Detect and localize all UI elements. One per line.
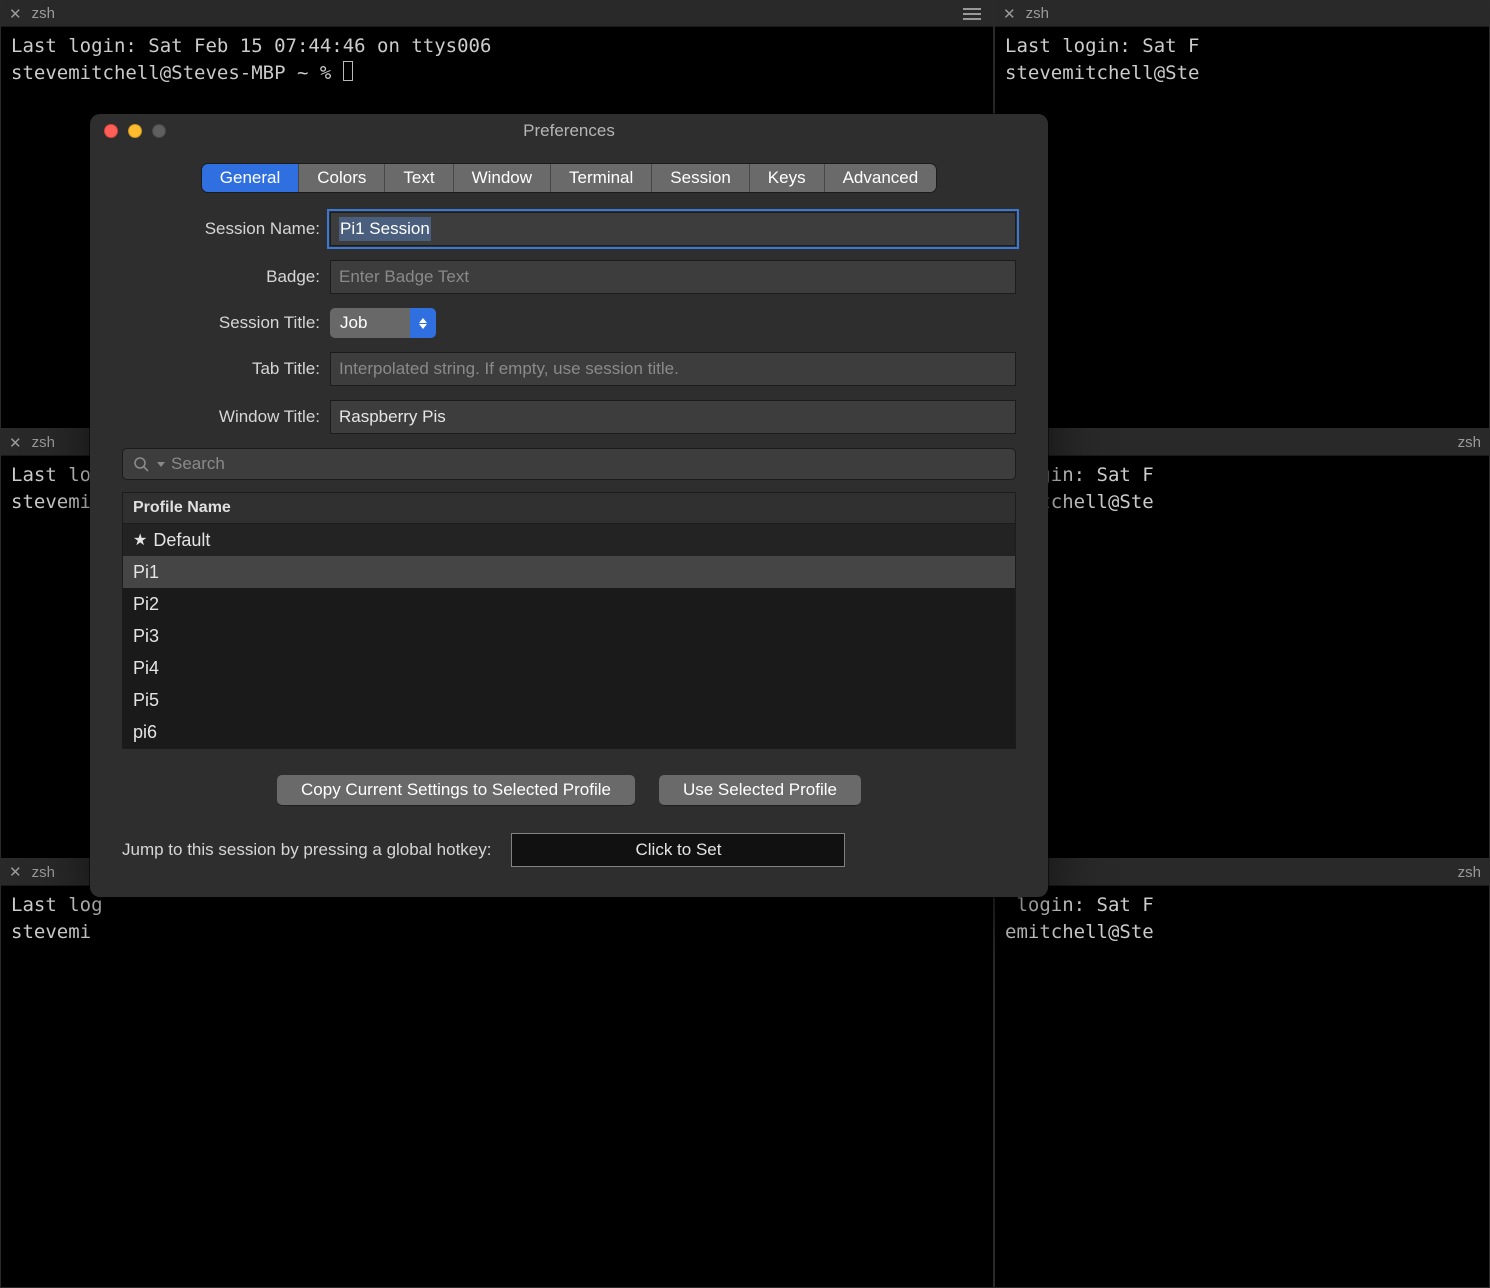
tab-session[interactable]: Session	[652, 164, 749, 192]
hotkey-label: Jump to this session by pressing a globa…	[122, 840, 491, 860]
profile-row-pi6[interactable]: pi6	[123, 716, 1015, 748]
form-grid: Session Name: Pi1 Session Badge: Session…	[122, 212, 1016, 434]
window-title-label: Window Title:	[122, 407, 320, 427]
window-title: Preferences	[90, 121, 1048, 141]
profile-row-pi3[interactable]: Pi3	[123, 620, 1015, 652]
profile-table: Profile Name ★ Default Pi1 Pi2 Pi3 Pi4 P…	[122, 492, 1016, 749]
chevron-down-icon	[155, 454, 165, 474]
hamburger-icon[interactable]	[959, 4, 985, 24]
badge-input[interactable]	[330, 260, 1016, 294]
terminal-tab-title[interactable]: zsh	[32, 434, 55, 451]
tab-title-label: Tab Title:	[122, 359, 320, 379]
session-title-label: Session Title:	[122, 313, 320, 333]
session-name-input[interactable]: Pi1 Session	[330, 212, 1016, 246]
hotkey-set-button[interactable]: Click to Set	[511, 833, 845, 867]
profile-row-pi1[interactable]: Pi1	[123, 556, 1015, 588]
close-icon[interactable]: ✕	[9, 5, 22, 23]
preferences-window: Preferences General Colors Text Window T…	[90, 114, 1048, 897]
window-title-input[interactable]	[330, 400, 1016, 434]
terminal-tab-title[interactable]: zsh	[32, 5, 55, 22]
terminal-pane[interactable]: zsh login: Sat F emitchell@Ste	[994, 429, 1490, 858]
terminal-pane[interactable]: zsh login: Sat F emitchell@Ste	[994, 859, 1490, 1288]
profile-row-pi5[interactable]: Pi5	[123, 684, 1015, 716]
profile-row-default[interactable]: ★ Default	[123, 524, 1015, 556]
tab-window[interactable]: Window	[454, 164, 551, 192]
terminal-tab-title[interactable]: zsh	[1458, 434, 1481, 451]
terminal-body[interactable]: login: Sat F emitchell@Ste	[995, 886, 1489, 1287]
search-icon	[133, 456, 149, 472]
search-placeholder: Search	[171, 454, 225, 474]
terminal-tab-title[interactable]: zsh	[1026, 5, 1049, 22]
hotkey-row: Jump to this session by pressing a globa…	[122, 833, 1016, 867]
profile-header[interactable]: Profile Name	[123, 493, 1015, 524]
profile-row-pi4[interactable]: Pi4	[123, 652, 1015, 684]
star-icon: ★	[133, 530, 147, 550]
tab-colors[interactable]: Colors	[299, 164, 385, 192]
window-titlebar[interactable]: Preferences	[90, 114, 1048, 148]
session-title-select[interactable]: Job	[330, 308, 1016, 338]
profile-row-pi2[interactable]: Pi2	[123, 588, 1015, 620]
tabs-row: General Colors Text Window Terminal Sess…	[122, 164, 1016, 192]
tab-keys[interactable]: Keys	[750, 164, 825, 192]
tab-title-input[interactable]	[330, 352, 1016, 386]
terminal-pane[interactable]: ✕ zsh Last log stevemi	[0, 859, 994, 1288]
close-icon[interactable]: ✕	[9, 434, 22, 452]
copy-settings-button[interactable]: Copy Current Settings to Selected Profil…	[277, 775, 635, 805]
profile-search-input[interactable]: Search	[122, 448, 1016, 480]
cursor-icon	[343, 61, 353, 81]
terminal-body[interactable]: login: Sat F emitchell@Ste	[995, 456, 1489, 857]
tab-terminal[interactable]: Terminal	[551, 164, 652, 192]
session-title-value: Job	[330, 308, 410, 338]
terminal-tab-title[interactable]: zsh	[1458, 864, 1481, 881]
terminal-tab-bar: ✕ zsh	[1, 1, 993, 27]
terminal-tab-bar: zsh	[995, 430, 1489, 456]
tabs-segment: General Colors Text Window Terminal Sess…	[202, 164, 936, 192]
profile-button-row: Copy Current Settings to Selected Profil…	[122, 775, 1016, 805]
tab-advanced[interactable]: Advanced	[825, 164, 937, 192]
tab-general[interactable]: General	[202, 164, 299, 192]
close-icon[interactable]: ✕	[9, 863, 22, 881]
terminal-body[interactable]: Last log stevemi	[1, 886, 993, 1287]
badge-label: Badge:	[122, 267, 320, 287]
terminal-tab-bar: zsh	[995, 860, 1489, 886]
terminal-pane[interactable]: ✕ zsh Last login: Sat F stevemitchell@St…	[994, 0, 1490, 429]
close-icon[interactable]: ✕	[1003, 5, 1016, 23]
terminal-body[interactable]: Last login: Sat F stevemitchell@Ste	[995, 27, 1489, 428]
session-name-label: Session Name:	[122, 219, 320, 239]
chevron-updown-icon	[410, 308, 436, 338]
tab-text[interactable]: Text	[385, 164, 453, 192]
use-profile-button[interactable]: Use Selected Profile	[659, 775, 861, 805]
terminal-tab-bar: ✕ zsh	[995, 1, 1489, 27]
terminal-tab-title[interactable]: zsh	[32, 864, 55, 881]
